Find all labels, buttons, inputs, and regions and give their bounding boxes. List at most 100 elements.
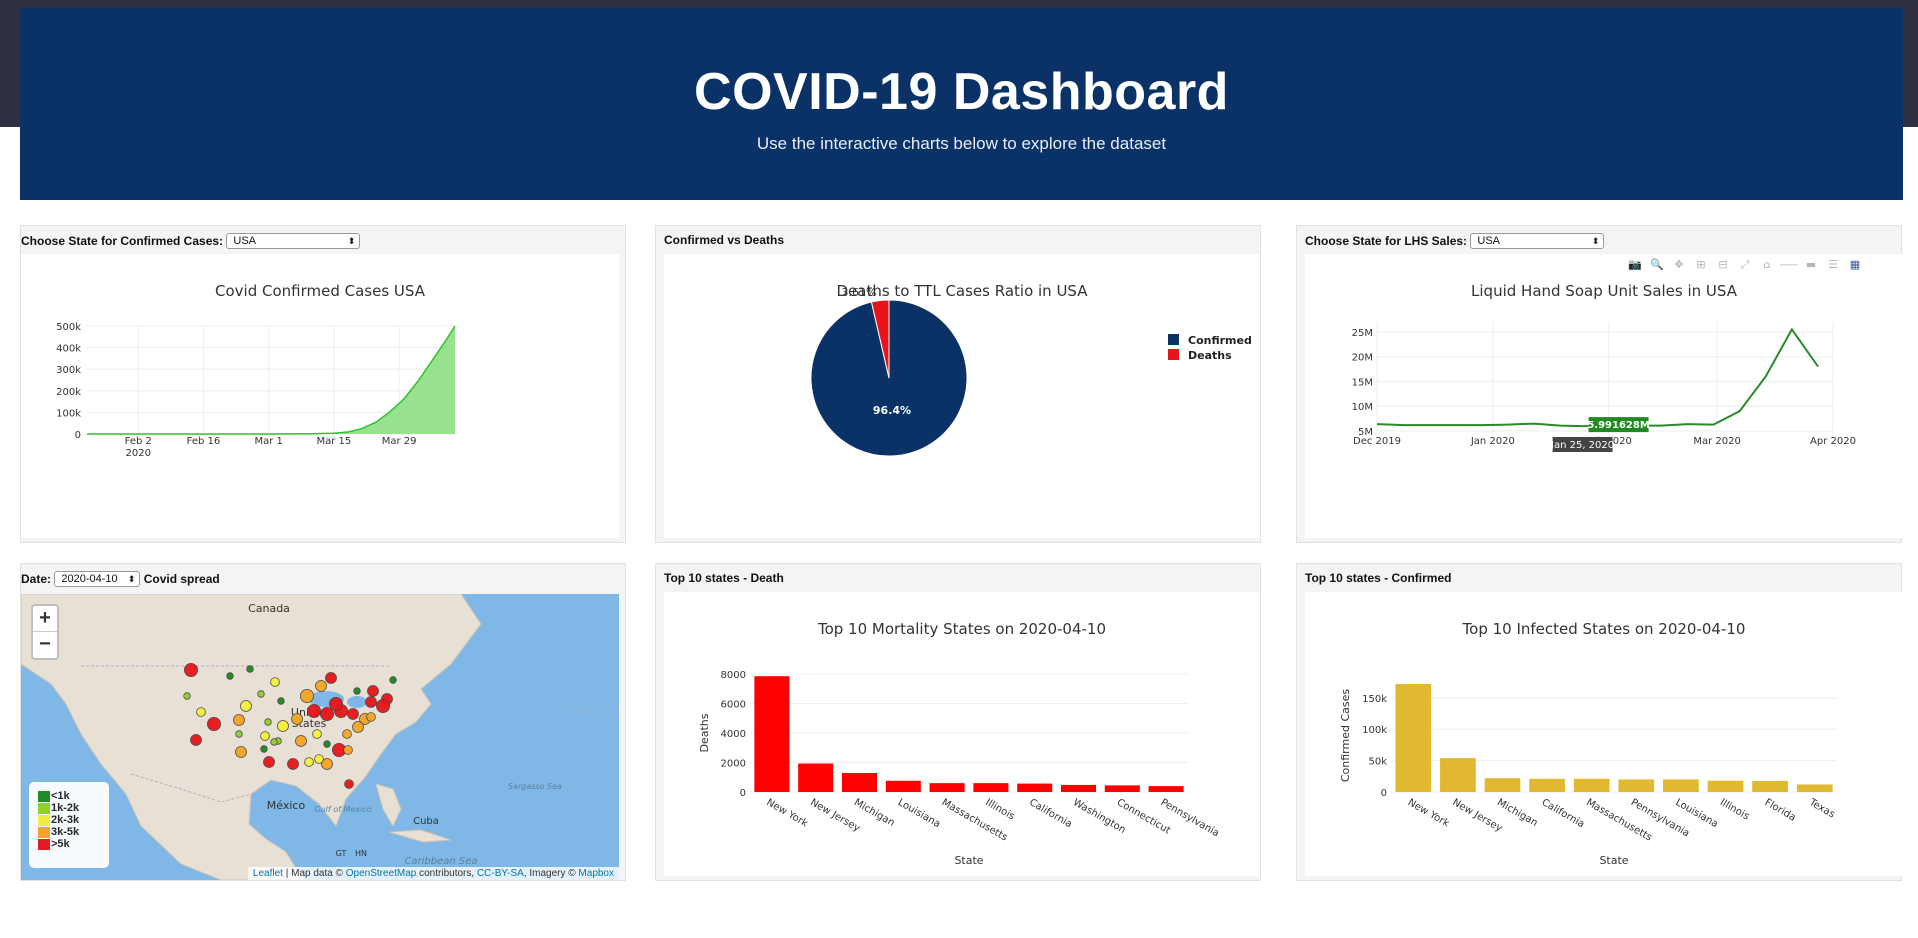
covid-spread-map[interactable]: CanadaUnitedStatesMéxicoCubaGulf of Mexi…: [21, 594, 619, 880]
panel-header: Choose State for Confirmed Cases: USA ⬍: [21, 233, 361, 249]
pan-icon: ✥: [1674, 258, 1683, 271]
state-bubble: [315, 680, 327, 692]
bar-connecticut: [1104, 785, 1140, 792]
chart-confirmed[interactable]: 050k100k150kNew York New JerseyMichigan Ca…: [1305, 592, 1903, 876]
y-tick-label: 100k: [56, 408, 81, 419]
state-bubble: [183, 663, 198, 678]
state-bubble: [263, 756, 275, 768]
x-tick-label: Apr 2020: [1810, 436, 1856, 447]
chart-body: Top 10 Mortality States on 2020-04-10 02…: [664, 592, 1260, 876]
legend-item: <1k: [38, 790, 100, 802]
state-bubble: [196, 707, 206, 717]
panel-header: Date: 2020-04-10 ⬍ Covid spread: [21, 571, 220, 587]
bar-new-jersey: [798, 763, 834, 792]
map-canvas[interactable]: CanadaUnitedStatesMéxicoCubaGulf of Mexi…: [21, 594, 619, 880]
mapbox-link[interactable]: Mapbox: [578, 868, 614, 879]
osm-link[interactable]: OpenStreetMap: [346, 868, 417, 879]
attribution-text: , Imagery ©: [523, 868, 579, 879]
state-select-sales[interactable]: USA ⬍: [1470, 233, 1605, 249]
zoom-out-button[interactable]: −: [33, 632, 57, 658]
state-bubble: [365, 696, 377, 708]
state-bubble: [304, 757, 314, 767]
chart-soap[interactable]: 5M10M15M20M25MDec 2019Jan 2020Feb 2020Ma…: [1305, 254, 1903, 538]
state-bubble: [375, 699, 390, 714]
state-bubble: [291, 713, 303, 725]
y-tick-label: 8000: [721, 670, 746, 681]
state-bubble: [295, 735, 307, 747]
x-tick-label: Mar 1: [254, 436, 282, 447]
leaflet-link[interactable]: Leaflet: [253, 868, 283, 879]
y-tick-label: 10M: [1352, 402, 1373, 413]
chart-deaths[interactable]: 02000400060008000New YorkNew JerseyMichi…: [664, 592, 1260, 876]
state-bubble: [347, 708, 359, 720]
map-label: Atlantic Ocean: [570, 704, 619, 717]
bar-texas: [1796, 784, 1833, 792]
x-tick-label: Jan 2020: [1470, 436, 1515, 447]
state-bubble: [325, 672, 337, 684]
state-bubble: [270, 738, 278, 746]
state-bubble: [367, 685, 379, 697]
state-bubble: [342, 729, 352, 739]
y-tick-label: 2000: [721, 759, 746, 770]
panel-top10-confirmed: Top 10 states - Confirmed Top 10 Infecte…: [1296, 563, 1903, 881]
attribution-text: contributors,: [416, 868, 477, 879]
bar-pennsylvania: [1618, 779, 1655, 792]
license-link[interactable]: CC-BY-SA: [477, 868, 524, 879]
x-tick-label: Mar 29: [382, 436, 417, 447]
date-select[interactable]: 2020-04-10 ⬍: [54, 571, 141, 587]
chart-pie[interactable]: 96.4% 3.61% Confirmed Deaths: [664, 254, 1260, 538]
area-fill: [87, 326, 455, 434]
bar-louisiana: [885, 780, 921, 792]
map-attribution: Leaflet | Map data © OpenStreetMap contr…: [247, 867, 619, 880]
state-bubble: [226, 672, 234, 680]
chart-body: Covid Confirmed Cases USA 0 100k 200k 300k 4…: [21, 254, 619, 538]
hover-x-label: Jan 25, 2020: [1550, 440, 1614, 451]
bar-new-york: [1395, 684, 1432, 792]
chart-body: Liquid Hand Soap Unit Sales in USA 5M 10M…: [1305, 254, 1903, 538]
panel-covid-map: Date: 2020-04-10⬍ Covid spread CanadaUni…: [20, 563, 626, 881]
date-select-value: 2020-04-10: [61, 573, 118, 585]
y-axis-title: Confirmed Cases: [1339, 689, 1352, 783]
bar-louisiana: [1663, 779, 1699, 792]
y-tick-label: 4000: [721, 729, 746, 740]
spike-icon: ⸺: [1780, 258, 1798, 271]
state-bubble: [312, 729, 322, 739]
x-tick-label: Texas: [1806, 797, 1836, 821]
x-tick-label: Louisiana: [896, 797, 942, 830]
bar-california: [1529, 778, 1565, 792]
state-select-cases[interactable]: USA ⬍: [226, 233, 361, 249]
state-select-label: Choose State for LHS Sales:: [1305, 234, 1468, 248]
state-bubble: [240, 700, 252, 712]
state-bubble: [235, 746, 247, 758]
legend-swatch: [38, 790, 50, 802]
bar-florida: [1752, 781, 1788, 792]
panel-header: Top 10 states - Confirmed: [1305, 571, 1452, 585]
map-label: Canada: [248, 602, 290, 615]
state-bubble: [233, 714, 245, 726]
state-bubble: [353, 687, 361, 695]
panel-top10-death: Top 10 states - Death Top 10 Mortality S…: [655, 563, 1261, 881]
state-bubble: [260, 731, 270, 741]
x-tick-label: Illinois: [983, 797, 1016, 822]
state-bubble: [264, 718, 272, 726]
bar-new-york: [754, 676, 790, 792]
zoom-in-button[interactable]: +: [33, 606, 57, 632]
legend-label: 1k-2k: [51, 802, 80, 814]
state-bubble: [344, 779, 354, 789]
x-tick-label: Dec 2019: [1353, 436, 1401, 447]
bar-michigan: [1484, 778, 1521, 792]
state-bubble: [287, 758, 299, 770]
map-label: Gulf of Mexico: [314, 805, 371, 814]
y-tick-label: 500k: [56, 322, 81, 333]
legend-swatch: [1168, 334, 1179, 345]
page-title: COVID-19 Dashboard: [694, 63, 1229, 121]
chart-cases[interactable]: 0 100k 200k 300k 400k 500k Feb 2 2020 Feb 16 Mar …: [21, 254, 619, 538]
state-bubble: [389, 676, 397, 684]
state-bubble: [270, 677, 280, 687]
legend-swatch: [1168, 349, 1179, 360]
state-bubble: [235, 730, 243, 738]
zoom-control: + −: [31, 604, 59, 660]
y-tick-label: 400k: [56, 344, 81, 355]
x-tick-label: New York: [1406, 797, 1451, 830]
legend-swatch: [38, 838, 50, 850]
